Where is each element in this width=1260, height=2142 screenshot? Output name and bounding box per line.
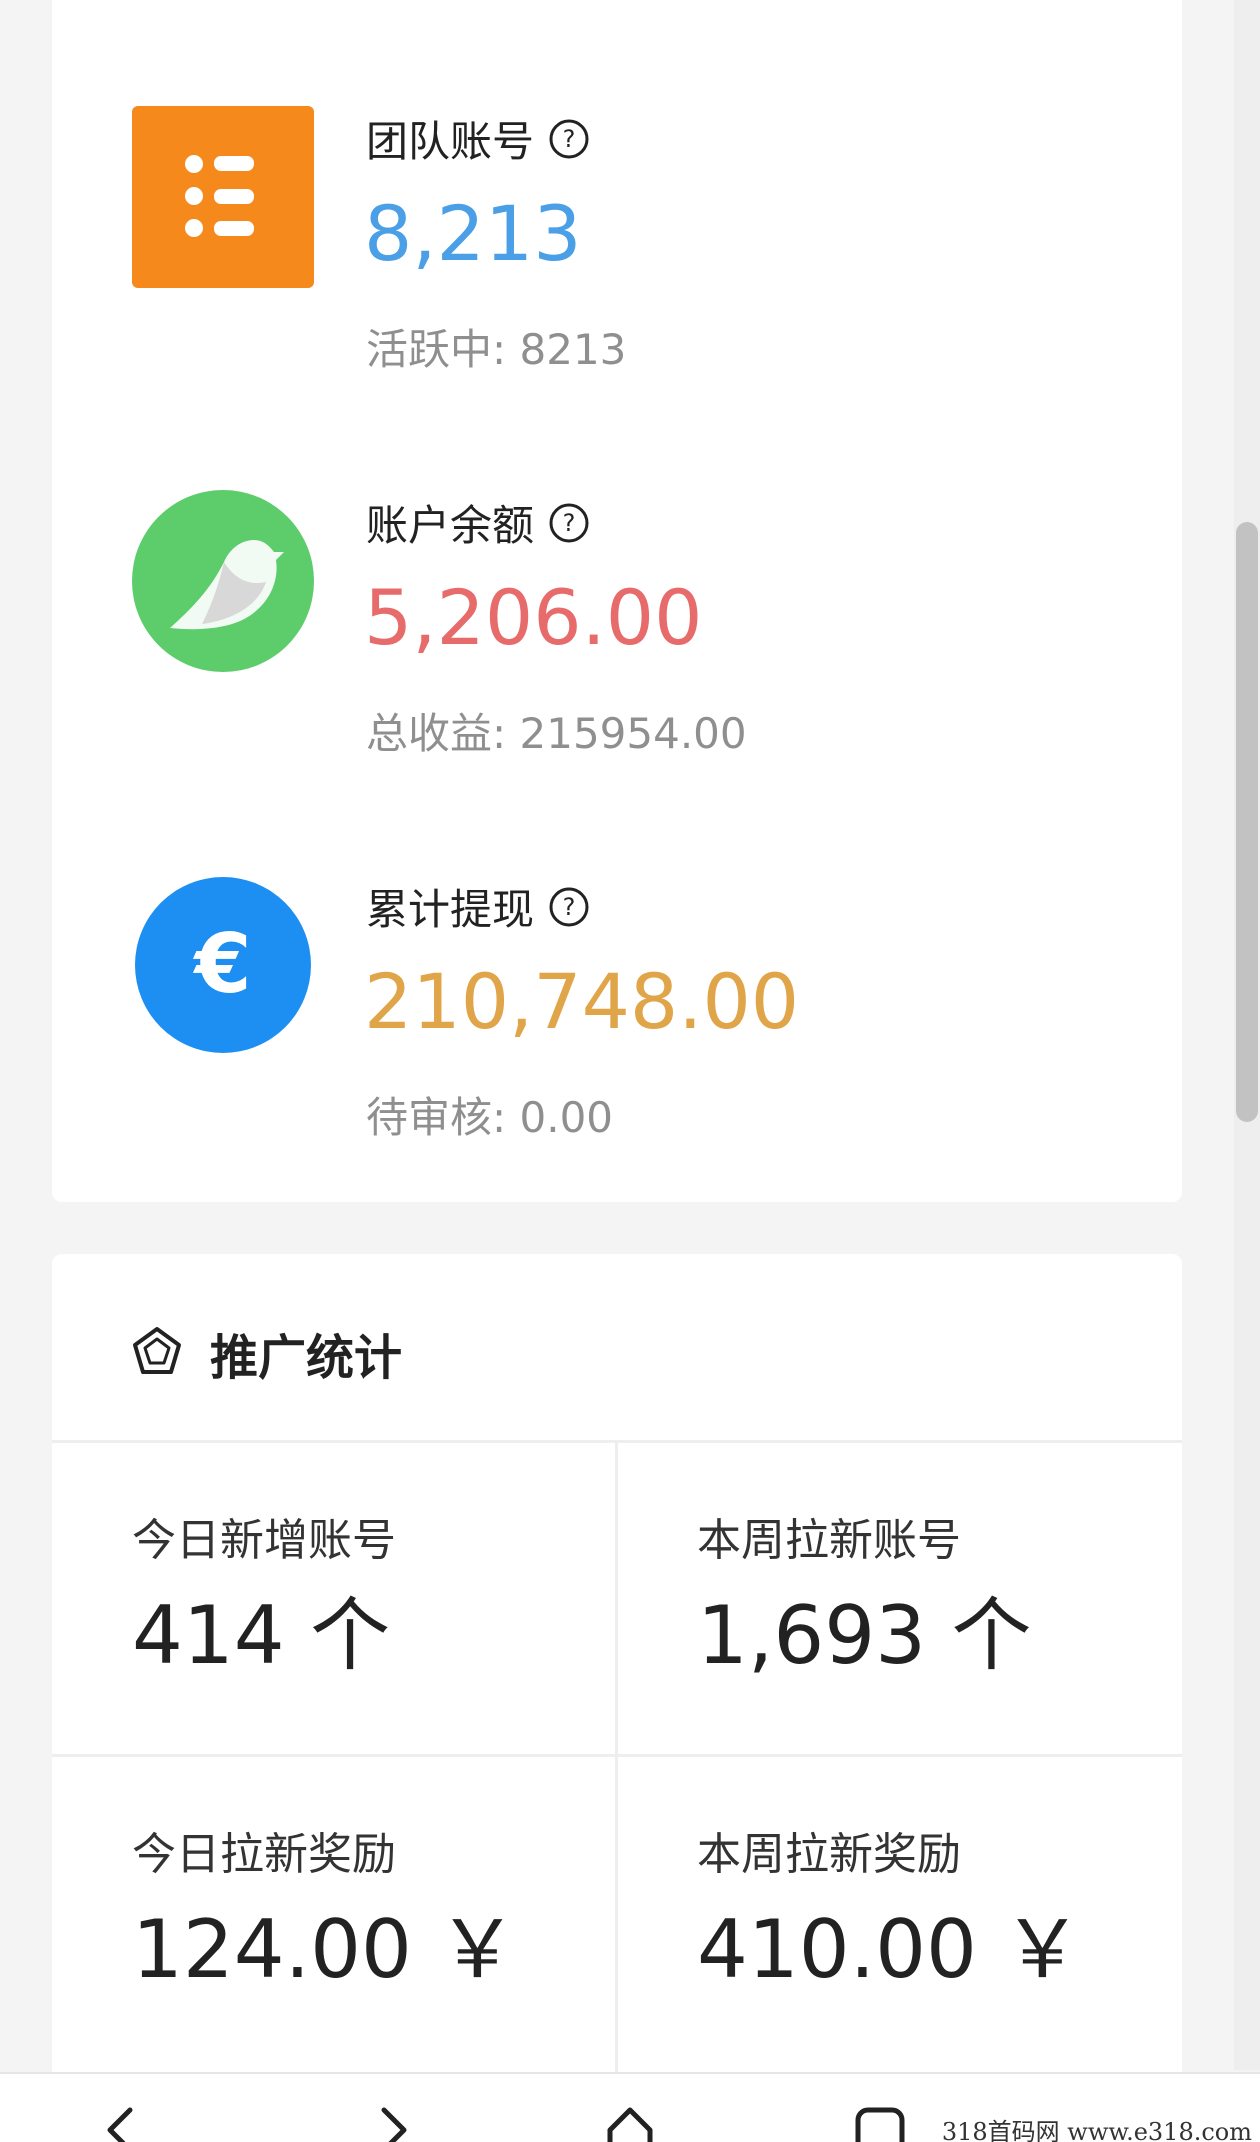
week-new-accounts: 本周拉新账号 1,693 个 [697, 1504, 1197, 1804]
account-balance-value: 5,206.00 [364, 573, 703, 662]
bird-icon [132, 490, 314, 672]
pending-review: 待审核: 0.00 [366, 1093, 614, 1142]
euro-icon: € [132, 874, 314, 1056]
browser-bottom-toolbar: 318首码网 www.e318.com [0, 2072, 1260, 2142]
stat-value: 414 个 [132, 1589, 391, 1682]
stat-value: 124.00 ￥ [132, 1903, 518, 1996]
stat-label: 本周拉新奖励 [697, 1829, 961, 1880]
account-summary-card: 团队账号 ? 8,213 活跃中: 8213 账户余额 ? 5,206.00 总… [52, 0, 1182, 1202]
pentagon-chart-icon [132, 1326, 182, 1380]
team-accounts-row[interactable]: 团队账号 ? 8,213 活跃中: 8213 [132, 106, 1132, 374]
total-withdrawn-row[interactable]: € 累计提现 ? 210,748.00 待审核: 0.00 [132, 874, 1132, 1142]
help-icon[interactable]: ? [548, 502, 590, 544]
list-icon [132, 106, 314, 288]
help-icon[interactable]: ? [548, 118, 590, 160]
svg-text:?: ? [563, 125, 576, 153]
promotion-stats-header: 推广统计 [132, 1318, 402, 1388]
help-icon[interactable]: ? [548, 886, 590, 928]
tabs-icon[interactable] [850, 2100, 910, 2142]
stat-label: 本周拉新账号 [697, 1515, 961, 1566]
svg-text:?: ? [563, 509, 576, 537]
team-accounts-title: 团队账号 ? [366, 108, 590, 169]
stat-label: 今日拉新奖励 [132, 1829, 396, 1880]
svg-text:?: ? [563, 893, 576, 921]
forward-icon[interactable] [362, 2100, 422, 2142]
scrollbar-thumb[interactable] [1236, 522, 1258, 1122]
total-withdrawn-title: 累计提现 ? [366, 876, 590, 937]
today-new-accounts: 今日新增账号 414 个 [132, 1504, 632, 1804]
stat-value: 410.00 ￥ [697, 1903, 1083, 1996]
back-icon[interactable] [92, 2100, 152, 2142]
stat-label: 今日新增账号 [132, 1515, 396, 1566]
team-accounts-value: 8,213 [364, 189, 582, 278]
promotion-stats-card: 推广统计 今日新增账号 414 个 本周拉新账号 1,693 个 今日拉新奖励 … [52, 1254, 1182, 2074]
total-withdrawn-value: 210,748.00 [364, 957, 800, 1046]
account-balance-title: 账户余额 ? [366, 492, 590, 553]
home-icon[interactable] [600, 2100, 660, 2142]
stat-value: 1,693 个 [697, 1589, 1032, 1682]
total-earnings: 总收益: 215954.00 [366, 709, 747, 758]
account-balance-row[interactable]: 账户余额 ? 5,206.00 总收益: 215954.00 [132, 490, 1132, 758]
watermark: 318首码网 www.e318.com [941, 2118, 1252, 2142]
section-title: 推广统计 [210, 1330, 403, 1386]
active-count: 活跃中: 8213 [366, 325, 627, 374]
svg-text:€: € [192, 917, 251, 1012]
